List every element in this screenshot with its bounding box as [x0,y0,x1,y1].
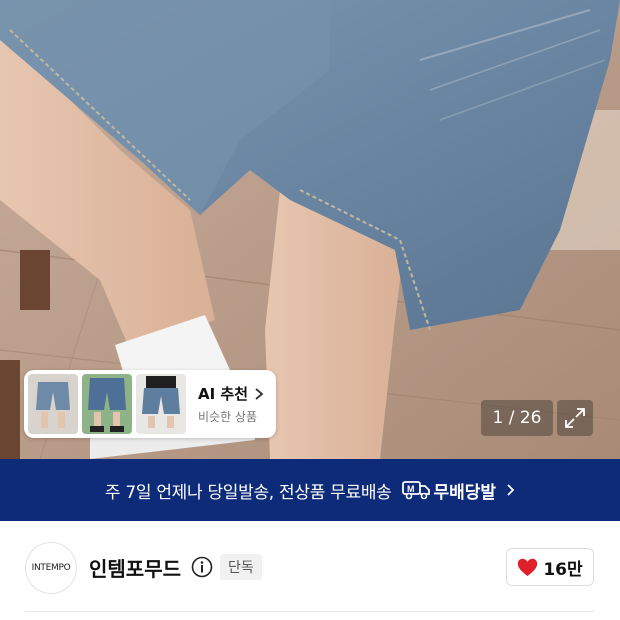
info-icon[interactable] [191,556,213,578]
image-counter: 1 / 26 [481,400,553,436]
brand-logo[interactable]: INTEMPO [25,542,77,594]
shipping-brand: 무배당발 [433,482,497,503]
exclusive-badge: 단독 [220,554,262,580]
ai-recommend-card[interactable]: AI 추천 비슷한 상품 [24,370,276,438]
product-image[interactable]: AI 추천 비슷한 상품 1 / 26 [0,0,620,459]
expand-icon [565,408,585,428]
ai-recommend-text[interactable]: AI 추천 비슷한 상품 [198,383,264,425]
shorts-thumbnail-image [82,374,132,434]
like-button[interactable]: 16만 [506,548,594,586]
brand-name[interactable]: 인템포무드 [89,553,181,582]
shipping-banner[interactable]: 주 7일 언제나 당일발송, 전상품 무료배송 M 무배당발 [0,459,620,521]
truck-icon: M [401,481,430,500]
ai-thumbnail-2[interactable] [82,374,132,434]
chevron-right-icon [507,484,515,496]
shorts-thumbnail-image [136,374,186,434]
svg-text:M: M [407,484,415,494]
heart-icon [518,558,538,576]
like-count: 16만 [543,559,583,580]
divider [25,611,595,612]
shorts-thumbnail-image [28,374,78,434]
ai-recommend-subtitle: 비슷한 상품 [198,410,258,424]
shipping-banner-text: 주 7일 언제나 당일발송, 전상품 무료배송 [104,482,392,503]
brand-logo-text: INTEMPO [31,563,71,573]
expand-button[interactable] [557,400,593,436]
ai-recommend-title: AI 추천 [198,385,249,403]
ai-thumbnail-1[interactable] [28,374,78,434]
ai-thumbnail-3[interactable] [136,374,186,434]
chevron-right-icon [255,387,264,400]
brand-row: INTEMPO 인템포무드 단독 16만 [0,521,620,620]
